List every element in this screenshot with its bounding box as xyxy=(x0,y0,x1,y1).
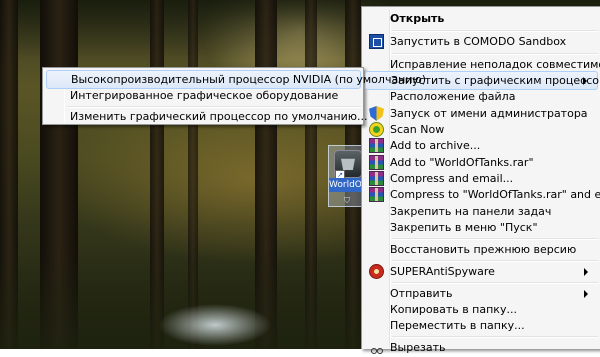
menu-item-label: Переместить в папку... xyxy=(390,319,525,332)
forest-stream xyxy=(140,285,290,349)
scan-icon xyxy=(369,122,384,137)
gpu-submenu: Высокопроизводительный процессор NVIDIA … xyxy=(42,67,426,126)
menu-item-label: Закрепить в меню "Пуск" xyxy=(390,221,538,234)
menu-item-pin-start[interactable]: Закрепить в меню "Пуск" xyxy=(365,218,598,237)
comodo-icon xyxy=(369,34,384,49)
winrar-icon xyxy=(369,138,384,153)
shield-overlay-icon: ⛉ xyxy=(344,196,350,205)
submenu-arrow-icon xyxy=(584,268,588,276)
submenu-item-change-default[interactable]: Изменить графический процессор по умолча… xyxy=(46,107,367,126)
uac-shield-icon xyxy=(369,106,384,121)
menu-item-label: Интегрированное графическое оборудование xyxy=(70,89,339,102)
menu-item-label: Запустить в COMODO Sandbox xyxy=(390,35,567,48)
menu-item-label: Открыть xyxy=(390,12,445,25)
submenu-arrow-icon xyxy=(584,290,588,298)
menu-item-move-to[interactable]: Переместить в папку... xyxy=(365,316,598,335)
submenu-arrow-icon xyxy=(583,77,587,85)
menu-item-label: SUPERAntiSpyware xyxy=(390,265,495,278)
menu-item-superantispyware[interactable]: SUPERAntiSpyware xyxy=(365,262,598,281)
winrar-icon xyxy=(369,187,384,202)
scissors-icon xyxy=(369,340,384,355)
menu-item-comodo-sandbox[interactable]: Запустить в COMODO Sandbox xyxy=(365,32,598,51)
desktop-icon-label: WorldOfT xyxy=(329,178,365,192)
submenu-item-integrated[interactable]: Интегрированное графическое оборудование xyxy=(46,86,361,105)
winrar-icon xyxy=(369,171,384,186)
menu-item-label: Восстановить прежнюю версию xyxy=(390,243,577,256)
menu-item-label: Вырезать xyxy=(390,341,446,354)
winrar-icon xyxy=(369,155,384,170)
menu-item-label: Изменить графический процессор по умолча… xyxy=(70,110,368,123)
menu-item-open[interactable]: Открыть xyxy=(365,9,598,28)
menu-item-cut[interactable]: Вырезать xyxy=(365,338,598,357)
context-menu: Открыть Запустить в COMODO Sandbox Испра… xyxy=(361,6,600,354)
menu-item-restore-version[interactable]: Восстановить прежнюю версию xyxy=(365,240,598,259)
superantispyware-icon xyxy=(369,264,384,279)
